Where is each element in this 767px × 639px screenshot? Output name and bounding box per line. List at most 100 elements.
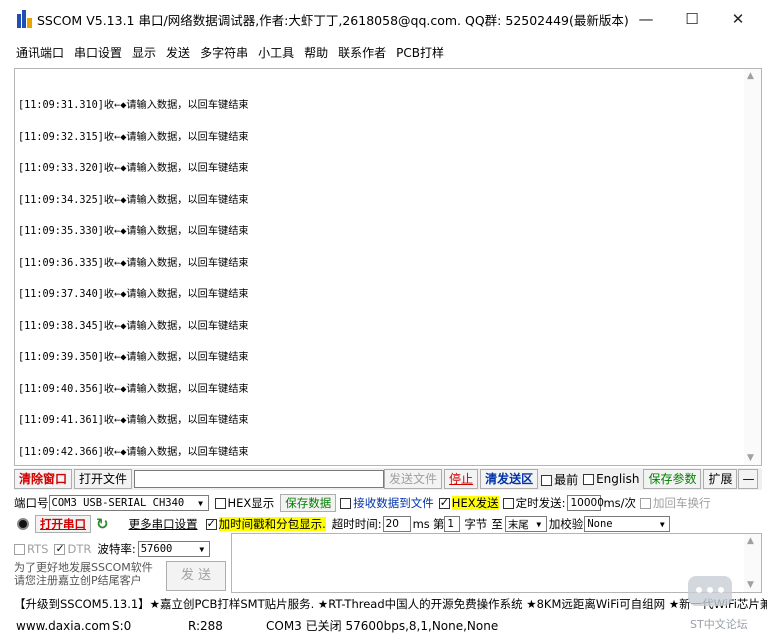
port-select[interactable]: COM3 USB-SERIAL CH340 ▼ xyxy=(48,495,209,511)
stop-button[interactable]: 停止 xyxy=(444,469,479,489)
timed-send-label: 定时发送: xyxy=(515,496,566,510)
menu-item-pcb[interactable]: PCB打样 xyxy=(396,44,444,61)
clear-window-button[interactable]: 清除窗口 xyxy=(14,469,73,489)
add-newline-checkbox[interactable]: 加回车换行 xyxy=(640,495,711,511)
send-file-button[interactable]: 发送文件 xyxy=(384,469,443,489)
menu-bar: 通讯端口 串口设置 显示 发送 多字符串 小工具 帮助 联系作者 PCB打样 xyxy=(0,38,767,66)
checkbox-checked-icon xyxy=(438,496,450,509)
sent-count: S:0 xyxy=(112,619,132,633)
recv-to-file-checkbox[interactable]: 接收数据到文件 xyxy=(340,495,434,511)
topmost-checkbox[interactable]: 最前 xyxy=(541,471,578,488)
website-link[interactable]: www.daxia.com xyxy=(14,615,110,637)
chat-bubble-icon xyxy=(688,576,732,606)
timed-send-checkbox[interactable]: 定时发送: xyxy=(502,495,566,511)
hex-send-checkbox[interactable]: HEX发送 xyxy=(438,495,499,511)
end-select[interactable]: 末尾 ▼ xyxy=(504,516,547,532)
promo-line-1: 为了更好地发展SSCOM软件 xyxy=(14,561,153,574)
checkbox-icon xyxy=(214,498,226,509)
log-line: [11:09:31.310]收←◆请输入数据，以回车键结束 xyxy=(18,100,249,111)
send-input-area[interactable]: ▲ ▼ xyxy=(231,533,762,593)
log-line: [11:09:35.330]收←◆请输入数据，以回车键结束 xyxy=(18,226,249,237)
log-line: [11:09:36.335]收←◆请输入数据，以回车键结束 xyxy=(18,257,249,269)
checkbox-checked-icon xyxy=(205,517,217,530)
scroll-up-icon[interactable]: ▲ xyxy=(747,71,754,81)
menu-item-contact[interactable]: 联系作者 xyxy=(338,44,386,61)
log-line: [11:09:34.325]收←◆请输入数据，以回车键结束 xyxy=(18,194,249,206)
checksum-select[interactable]: None ▼ xyxy=(584,516,671,532)
menu-item-multi-string[interactable]: 多字符串 xyxy=(200,44,248,61)
menu-item-serial-settings[interactable]: 串口设置 xyxy=(74,44,122,61)
to-label: 至 xyxy=(491,517,503,531)
chevron-down-icon: ▼ xyxy=(198,498,203,508)
refresh-icon[interactable]: ↻ xyxy=(96,515,109,533)
timeout-label: 超时时间: xyxy=(331,517,382,531)
news-ticker[interactable]: 【升级到SSCOM5.13.1】★嘉立创PCB打样SMT贴片服务. ★RT-Th… xyxy=(14,594,767,614)
hex-display-checkbox[interactable]: HEX显示 xyxy=(214,495,275,511)
baud-label: 波特率: xyxy=(97,542,136,556)
status-bar: www.daxia.com S:0 R:288 COM3 已关闭 57600bp… xyxy=(14,615,767,637)
send-button[interactable]: 发 送 xyxy=(166,561,226,591)
watermark-text: ST中文论坛 xyxy=(690,618,748,631)
file-path-input[interactable] xyxy=(134,470,385,488)
collapse-button[interactable]: — xyxy=(738,469,759,489)
port-status-icon xyxy=(17,518,29,530)
save-params-button[interactable]: 保存参数 xyxy=(643,469,702,489)
title-bar: SSCOM V5.13.1 串口/网络数据调试器,作者:大虾丁丁,2618058… xyxy=(0,0,767,38)
byte-mid: 字节 xyxy=(464,517,488,531)
port-row: 端口号 COM3 USB-SERIAL CH340 ▼ HEX显示 保存数据 接收… xyxy=(14,493,762,513)
more-settings-link[interactable]: 更多串口设置 xyxy=(129,516,198,532)
topmost-label: 最前 xyxy=(554,472,579,487)
save-data-button[interactable]: 保存数据 xyxy=(280,494,337,512)
dtr-checkbox[interactable]: DTR xyxy=(54,542,91,556)
interval-unit: ms/次 xyxy=(603,496,637,510)
checkbox-icon xyxy=(640,498,652,509)
close-button[interactable]: ✕ xyxy=(728,9,748,29)
menu-item-send[interactable]: 发送 xyxy=(166,44,190,61)
hex-send-label: HEX发送 xyxy=(451,496,499,510)
byte-input[interactable]: 1 xyxy=(444,516,461,532)
app-logo-icon xyxy=(17,10,33,28)
end-value: 末尾 xyxy=(507,518,529,531)
log-line: [11:09:40.356]收←◆请输入数据，以回车键结束 xyxy=(18,383,249,395)
clear-send-button[interactable]: 清发送区 xyxy=(480,469,539,489)
watermark: ST中文论坛 xyxy=(688,576,748,636)
checkbox-icon xyxy=(502,498,514,509)
expand-button[interactable]: 扩展 xyxy=(703,469,738,489)
timeout-unit: ms xyxy=(412,517,430,531)
menu-item-help[interactable]: 帮助 xyxy=(304,44,328,61)
scroll-up-icon[interactable]: ▲ xyxy=(747,536,754,546)
log-line: [11:09:39.350]收←◆请输入数据，以回车键结束 xyxy=(18,352,249,363)
timestamp-label: 加时间戳和分包显示. xyxy=(218,517,326,531)
open-port-button[interactable]: 打开串口 xyxy=(35,515,91,533)
log-line: [11:09:41.361]收←◆请输入数据，以回车键结束 xyxy=(18,415,249,426)
hex-display-label: HEX显示 xyxy=(227,496,275,510)
interval-input[interactable]: 10000 xyxy=(567,495,604,511)
log-line: [11:09:32.315]收←◆请输入数据，以回车键结束 xyxy=(18,131,249,143)
open-file-button[interactable]: 打开文件 xyxy=(74,469,133,489)
english-checkbox[interactable]: English xyxy=(583,472,639,486)
timeout-input[interactable]: 20 xyxy=(382,516,411,532)
menu-item-port[interactable]: 通讯端口 xyxy=(16,44,64,61)
minimize-button[interactable]: — xyxy=(636,9,656,29)
checksum-label: 加校验 xyxy=(548,517,584,531)
checkbox-icon xyxy=(14,544,25,555)
dtr-label: DTR xyxy=(67,542,92,556)
menu-item-display[interactable]: 显示 xyxy=(132,44,156,61)
serial-control-panel: RTS DTR 波特率: 57600 ▼ 为了更好地发展SSCOM软件 请您注册嘉… xyxy=(14,539,232,593)
baud-select[interactable]: 57600 ▼ xyxy=(137,541,210,557)
checkbox-icon xyxy=(583,474,595,485)
window-title: SSCOM V5.13.1 串口/网络数据调试器,作者:大虾丁丁,2618058… xyxy=(37,12,629,28)
timestamp-checkbox[interactable]: 加时间戳和分包显示. xyxy=(205,516,326,532)
scroll-down-icon[interactable]: ▼ xyxy=(747,453,754,463)
receive-area[interactable]: [11:09:31.310]收←◆请输入数据，以回车键结束 [11:09:32.… xyxy=(14,68,762,466)
port-value: COM3 USB-SERIAL CH340 xyxy=(51,497,185,509)
checkbox-icon xyxy=(541,474,553,486)
recv-to-file-label: 接收数据到文件 xyxy=(353,496,434,510)
receive-scrollbar[interactable]: ▲ ▼ xyxy=(744,69,761,465)
rts-checkbox[interactable]: RTS xyxy=(14,542,48,556)
menu-item-tools[interactable]: 小工具 xyxy=(258,44,294,61)
maximize-button[interactable]: ☐ xyxy=(682,9,702,29)
log-line: [11:09:38.345]收←◆请输入数据，以回车键结束 xyxy=(18,320,249,332)
rts-label: RTS xyxy=(27,542,49,556)
scroll-down-icon[interactable]: ▼ xyxy=(747,580,754,590)
